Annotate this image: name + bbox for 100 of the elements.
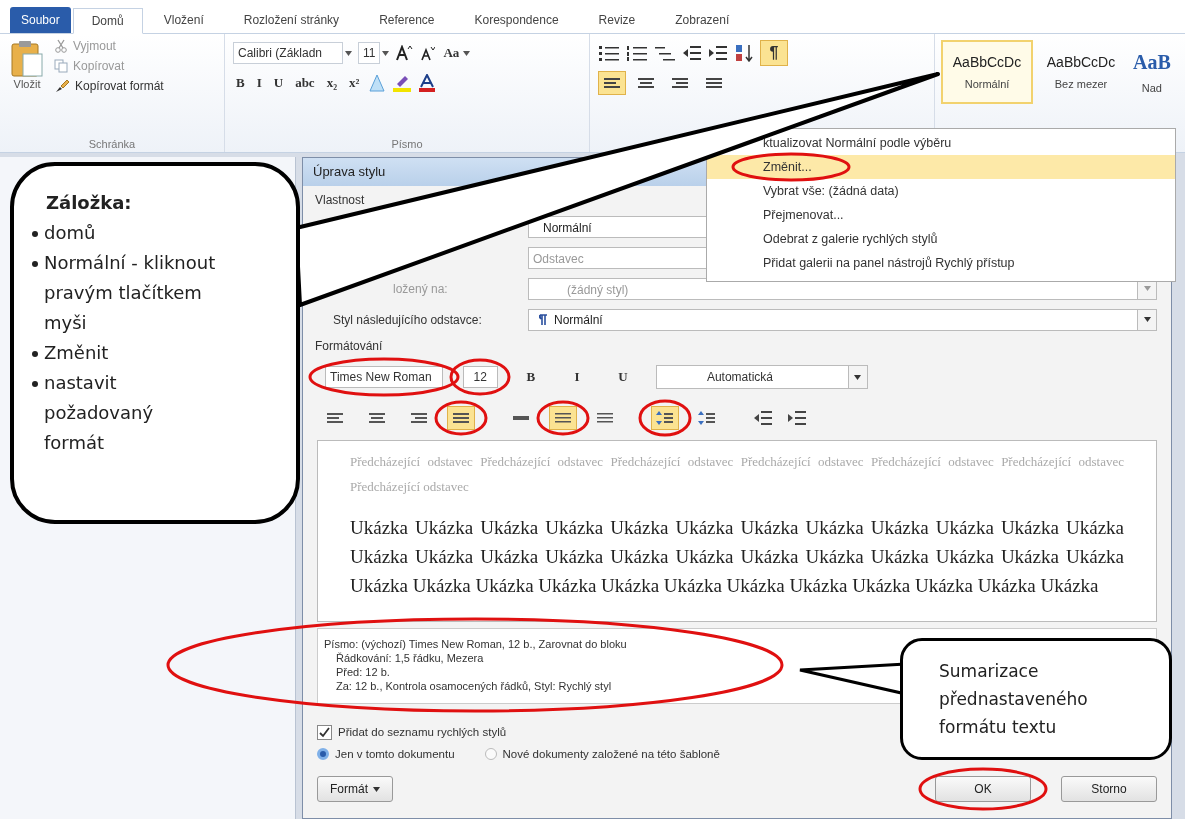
align-button[interactable] — [447, 406, 475, 430]
paragraph-mark-icon — [539, 314, 548, 325]
change-case-button[interactable]: Aa — [441, 44, 462, 62]
paste-button[interactable]: Vložit — [8, 38, 46, 94]
paragraph-spacing-icon — [698, 410, 716, 426]
alignment-icon — [326, 412, 344, 424]
format-button[interactable]: U — [609, 368, 636, 386]
caret-icon — [1143, 286, 1151, 291]
highlighter-icon[interactable] — [392, 74, 413, 92]
format-menu-button[interactable]: Formát — [317, 776, 393, 802]
annotation-ellipse — [536, 400, 590, 436]
caret-icon — [1143, 317, 1151, 322]
copy-icon — [54, 59, 68, 73]
format-button[interactable]: I — [253, 74, 265, 92]
bullet-icon — [32, 351, 38, 357]
ribbon-tab[interactable]: Soubor — [10, 7, 71, 33]
font-combo[interactable]: Times New Roman — [325, 366, 443, 388]
radio-button[interactable] — [317, 748, 329, 760]
alignment-icon — [410, 412, 428, 424]
style-tile[interactable]: AaBbCcDc Bez mezer — [1035, 40, 1127, 104]
ribbon-tab[interactable]: Zobrazení — [656, 7, 749, 33]
scissors-icon — [54, 39, 68, 53]
show-marks-button[interactable]: ¶ — [760, 40, 788, 66]
font-color-icon[interactable] — [418, 74, 437, 92]
description-line: Za: 12 b., Kontrola osamocených řádků, Styl: Rychlý styl — [335, 679, 612, 693]
group-label: Schránka — [88, 138, 136, 150]
format-button[interactable]: B — [233, 74, 248, 92]
menu-item[interactable]: Přidat galerii na panel nástrojů Rychlý přístup — [707, 251, 1175, 275]
checkbox[interactable] — [317, 724, 332, 740]
menu-item[interactable]: Přejmenovat... — [707, 203, 1175, 227]
alignment-icon — [452, 412, 470, 424]
increase-indent-icon[interactable] — [787, 410, 807, 426]
caret-icon[interactable] — [382, 50, 390, 56]
description-line: Před: 12 b. — [335, 665, 390, 679]
size-combo[interactable]: 11 — [358, 42, 381, 64]
paragraph-spacing-icon — [656, 410, 674, 426]
ribbon-tab[interactable]: Rozložení stránky — [224, 7, 359, 33]
callout-text: domů — [44, 221, 96, 245]
format-button[interactable]: U — [270, 74, 287, 92]
line-spacing-icon — [596, 412, 614, 424]
font-combo[interactable]: Calibri (Základn — [233, 42, 343, 64]
description-line: Písmo: (výchozí) Times New Roman, 12 b., Zarovnat do bloku — [324, 637, 627, 651]
format-button[interactable]: x² — [346, 74, 363, 92]
ribbon-tab[interactable]: Domů — [72, 8, 143, 34]
format-button[interactable]: I — [563, 368, 590, 386]
bullet-icon — [32, 381, 38, 387]
menu-item[interactable]: Odebrat z galerie rychlých stylů — [707, 227, 1175, 251]
style-tile[interactable]: AaBbCcDc Normální — [941, 40, 1033, 104]
check-icon — [319, 726, 330, 738]
paintbrush-icon — [54, 79, 70, 93]
ribbon-tab[interactable]: Vložení — [144, 7, 223, 33]
bullet-icon — [32, 231, 38, 237]
format-button[interactable]: abc — [292, 74, 318, 92]
increase-indent-icon[interactable] — [708, 45, 728, 61]
bullet-icon — [32, 261, 38, 267]
callout-text: Sumarizace přednastaveného formátu textu — [939, 660, 1089, 739]
shrink-font-icon[interactable] — [419, 45, 436, 61]
multilevel-list-icon[interactable] — [654, 45, 676, 61]
line-spacing-icon — [554, 412, 572, 424]
decrease-indent-icon[interactable] — [682, 45, 702, 61]
callout-text: nastavit požadovaný formát — [44, 371, 155, 455]
ribbon-tab[interactable]: Korespondence — [455, 7, 578, 33]
field-label: ložený na: — [393, 281, 449, 296]
radio-button[interactable] — [484, 748, 497, 760]
caret-icon — [854, 374, 862, 380]
checkbox-label: Přidat do seznamu rychlých stylů — [338, 726, 507, 738]
decrease-indent-icon[interactable] — [753, 410, 773, 426]
alignment-icon — [603, 77, 621, 89]
menu-item[interactable]: Změnit... — [707, 155, 1175, 179]
radio-label: Jen v tomto dokumentu — [335, 748, 455, 760]
group-label: Písmo — [391, 138, 423, 150]
grow-font-icon[interactable] — [395, 45, 414, 61]
ok-button[interactable]: OK — [935, 776, 1031, 802]
align-button[interactable] — [598, 71, 626, 95]
color-dropdown[interactable]: Automatická — [655, 365, 868, 389]
paragraph-spacing-button[interactable] — [651, 406, 679, 430]
alignment-icon — [671, 77, 689, 89]
cancel-button[interactable]: Storno — [1061, 776, 1157, 802]
format-button[interactable]: x₂ — [323, 74, 341, 92]
caret-icon[interactable] — [463, 50, 471, 56]
size-combo[interactable]: 12 — [462, 366, 498, 388]
sort-icon[interactable] — [734, 44, 754, 62]
field-label: Styl následujícího odstavce: — [333, 312, 483, 327]
section-label: Vlastnost — [315, 192, 365, 209]
style-tile[interactable]: AaB Nad — [1129, 40, 1175, 104]
preview-sample-text: Ukázka Ukázka Ukázka Ukázka Ukázka Ukázka Ukázka Ukázka Ukázka Ukázka Ukázka Ukázka Ukázka Ukázka Ukázka Ukázka Ukázka Ukázka Ukázka Ukázka Ukázka Ukázka Ukázka Ukázka Ukázka Ukázka Ukázka Ukázka Ukázka Ukázka Ukázka Ukázka Ukázka Ukázka Ukázka Ukázka — [350, 516, 1124, 598]
ribbon-tab[interactable]: Revize — [579, 7, 655, 33]
next-style-dropdown[interactable]: Normální — [528, 308, 1157, 331]
caret-icon[interactable] — [345, 50, 352, 56]
ribbon-tab[interactable]: Reference — [360, 7, 454, 33]
format-painter-button[interactable]: Kopírovat formát — [73, 78, 166, 94]
callout-text: Normální - kliknout pravým tlačítkem myši — [44, 251, 216, 335]
line-spacing-button[interactable] — [549, 406, 577, 430]
annotation-ellipse — [434, 400, 488, 436]
bullets-icon[interactable] — [598, 45, 620, 61]
description-line: Řádkování: 1,5 řádku, Mezera — [335, 651, 484, 665]
numbering-icon[interactable] — [626, 45, 648, 61]
section-label: Formátování — [315, 338, 383, 355]
format-button[interactable]: B — [517, 368, 544, 386]
annotation-ellipse — [638, 399, 692, 437]
